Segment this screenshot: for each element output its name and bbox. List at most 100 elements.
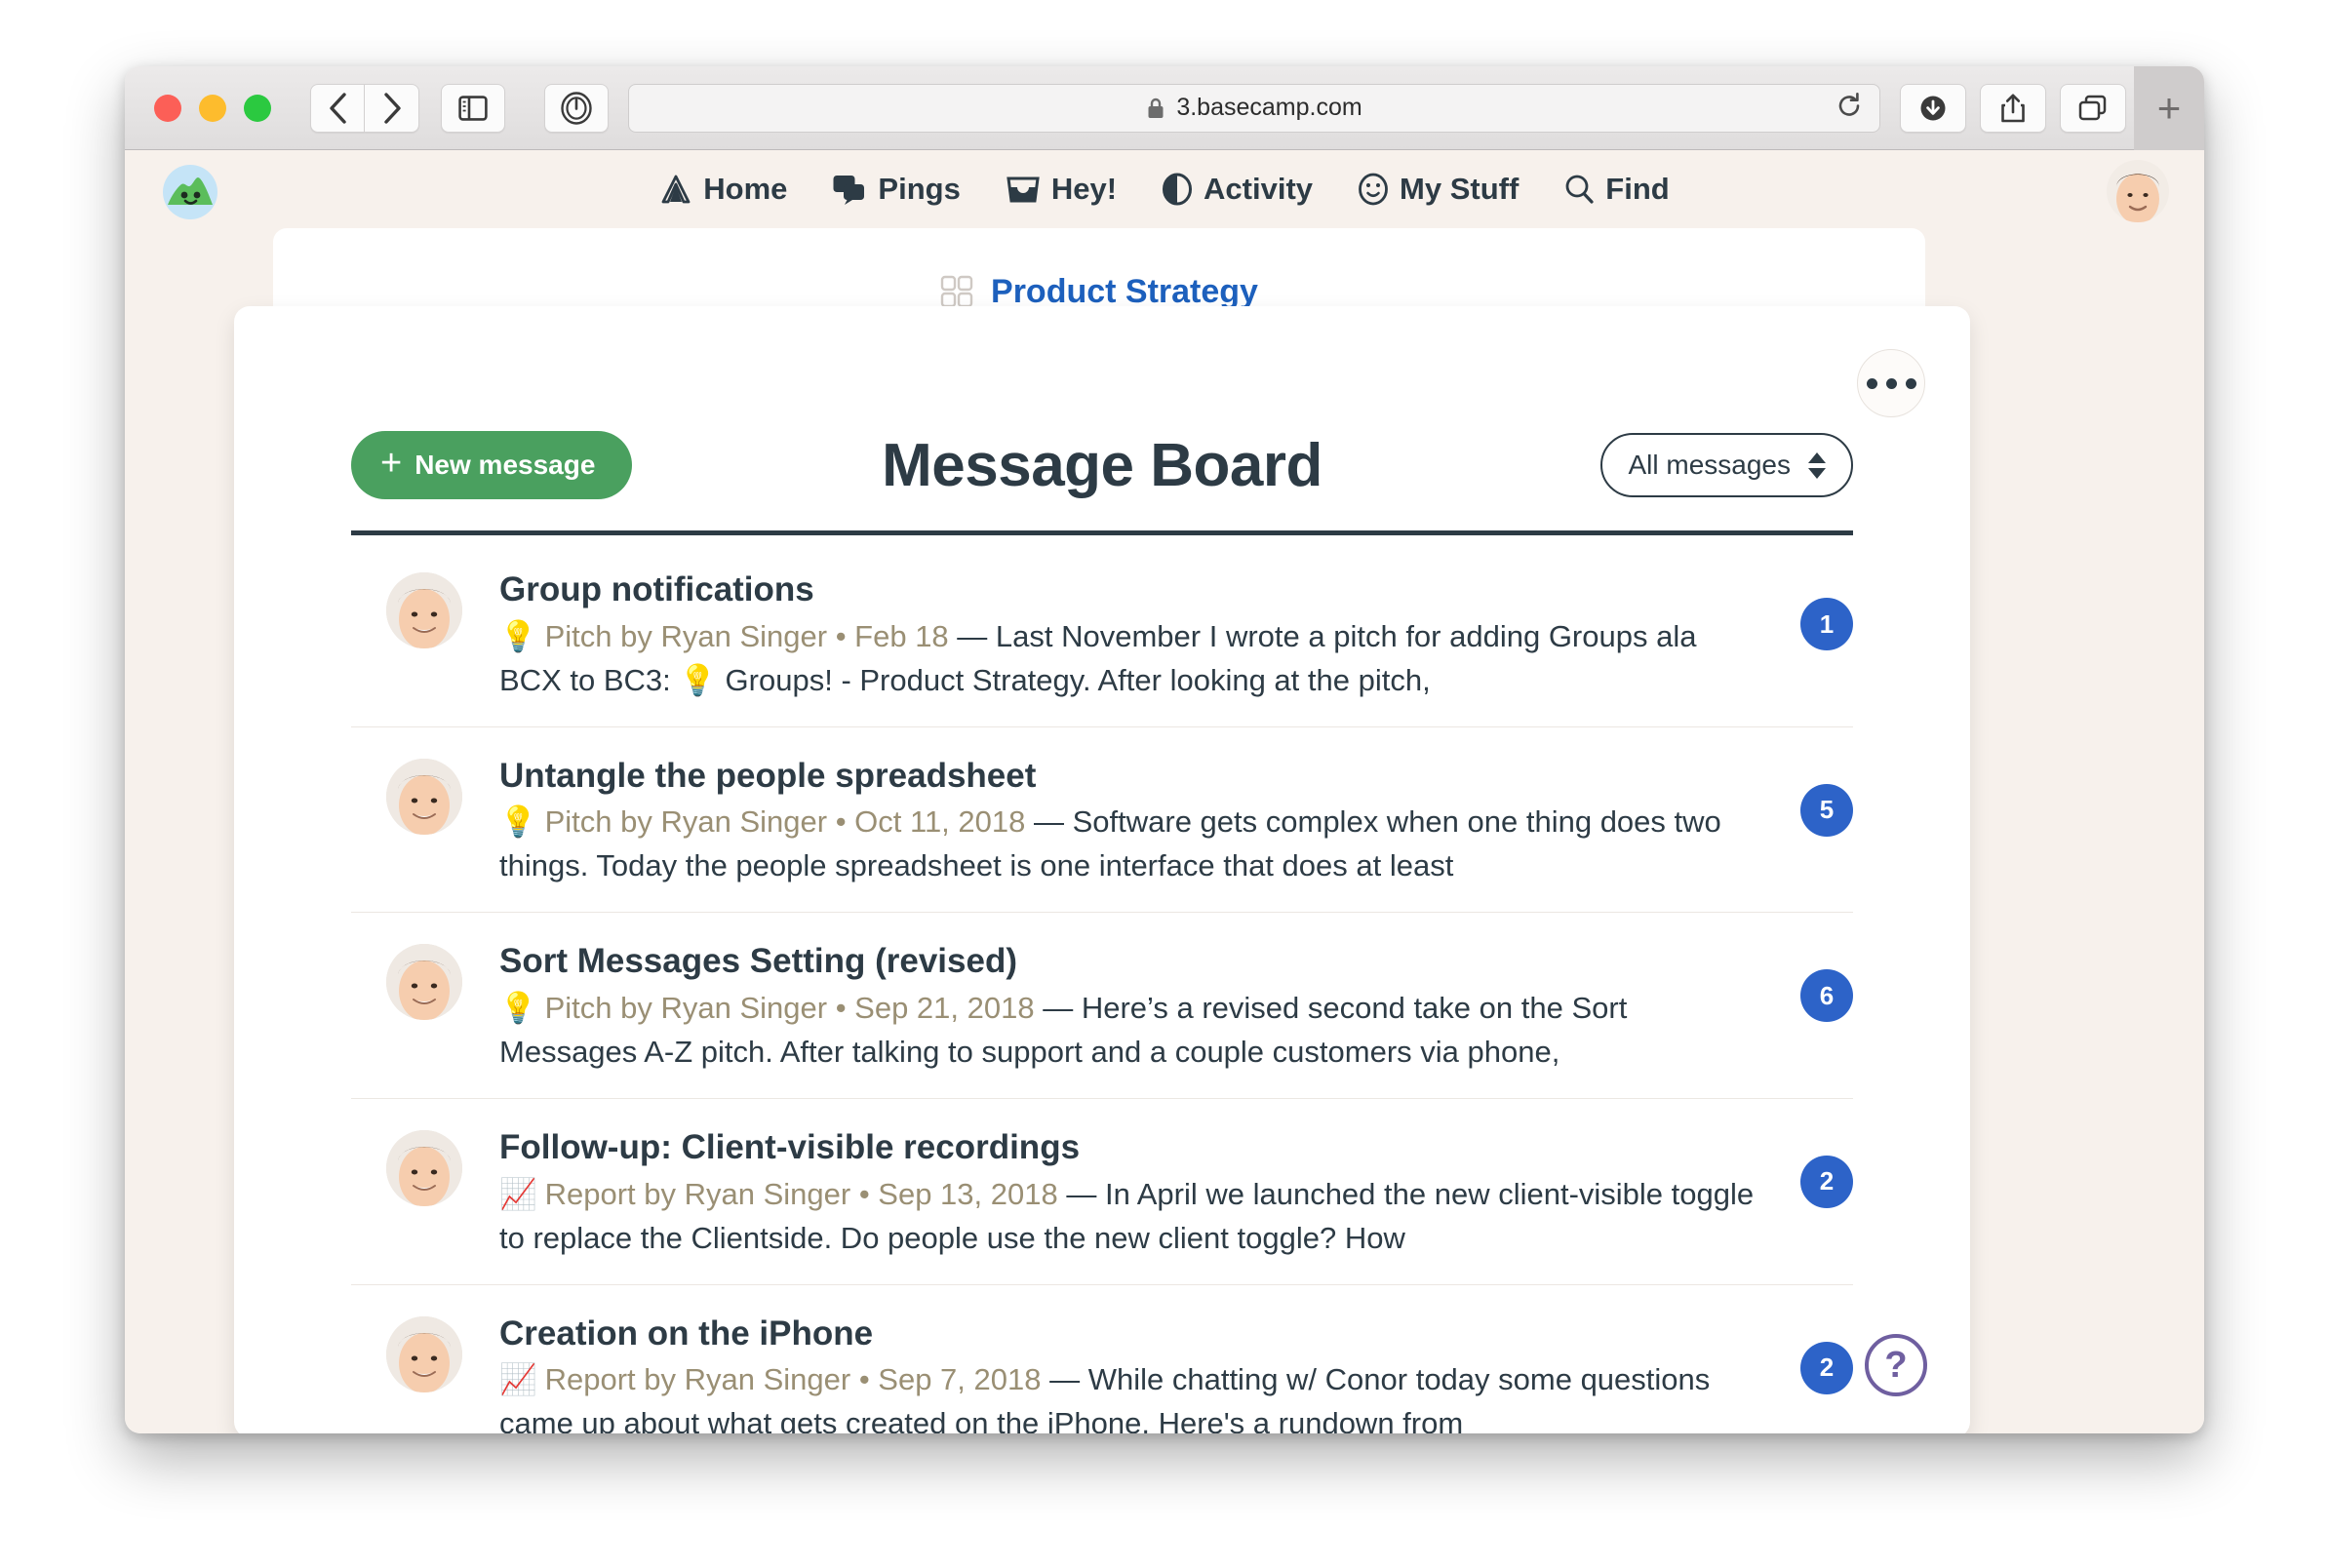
message-author-avatar [386, 758, 462, 835]
share-icon [2001, 94, 2025, 122]
downloads-icon [1920, 96, 1946, 120]
sidebar-toggle-button[interactable] [441, 83, 505, 133]
share-button[interactable] [1980, 83, 2046, 133]
nav-label-pings: Pings [878, 172, 961, 206]
message-list-item[interactable]: Untangle the people spreadsheet 💡 Pitch b… [351, 727, 1853, 914]
lightbulb-icon: 💡 [499, 991, 537, 1025]
message-list-item[interactable]: Creation on the iPhone 📈 Report by Ryan S… [351, 1285, 1853, 1434]
breadcrumb-label: Product Strategy [991, 272, 1258, 310]
nav-item-activity[interactable]: Activity [1162, 172, 1313, 207]
nav-item-hey[interactable]: Hey! [1006, 172, 1117, 207]
url-text: 3.basecamp.com [1176, 94, 1362, 121]
nav-label-hey: Hey! [1050, 172, 1118, 206]
message-filter-value: All messages [1628, 450, 1791, 480]
downloads-button[interactable] [1900, 83, 1966, 133]
onepassword-icon [561, 91, 592, 125]
user-avatar[interactable] [2107, 160, 2169, 222]
chat-bubbles-icon [833, 176, 865, 205]
message-list-item[interactable]: Group notifications 💡 Pitch by Ryan Singe… [351, 535, 1853, 727]
back-button[interactable] [310, 83, 365, 133]
message-list: Group notifications 💡 Pitch by Ryan Singe… [351, 535, 1853, 1433]
grid-squares-icon [940, 275, 973, 308]
nav-item-pings[interactable]: Pings [832, 172, 961, 207]
message-title: Group notifications [499, 570, 814, 608]
message-content: Creation on the iPhone 📈 Report by Ryan S… [499, 1313, 1853, 1434]
message-board-header: + New message Message Board All messages [351, 427, 1853, 503]
chevron-updown-icon [1808, 451, 1826, 479]
message-content: Untangle the people spreadsheet 💡 Pitch b… [499, 755, 1853, 889]
browser-toolbar: 3.basecamp.com + [125, 66, 2204, 150]
safari-browser-window: 3.basecamp.com + Home Pings Hey! Activit… [125, 66, 2204, 1433]
message-meta: Pitch by Ryan Singer • Feb 18 [544, 618, 949, 653]
message-filter-select[interactable]: All messages [1600, 433, 1853, 497]
chevron-left-icon [330, 92, 346, 124]
minimize-window-button[interactable] [199, 94, 226, 122]
nav-item-home[interactable]: Home [659, 172, 787, 207]
basecamp-main-nav: Home Pings Hey! Activity My Stuff Find [659, 172, 1670, 207]
reload-icon [1838, 92, 1860, 116]
message-summary: 💡 Pitch by Ryan Singer • Sep 21, 2018 — H… [499, 987, 1765, 1075]
nav-label-my-stuff: My Stuff [1400, 172, 1520, 206]
ellipsis-dot [1905, 377, 1916, 389]
close-window-button[interactable] [154, 94, 181, 122]
message-meta: Report by Ryan Singer • Sep 13, 2018 [544, 1176, 1058, 1211]
message-author-avatar [386, 572, 462, 648]
comment-count-badge: 2 [1800, 1155, 1853, 1208]
address-bar[interactable]: 3.basecamp.com [628, 83, 1880, 133]
comment-count-badge: 1 [1800, 598, 1853, 650]
toolbar-right-buttons [1900, 83, 2126, 133]
lightbulb-icon: 💡 [499, 804, 537, 840]
basecamp-hill-logo[interactable] [160, 162, 220, 222]
message-title: Creation on the iPhone [499, 1313, 874, 1352]
nav-label-activity: Activity [1204, 172, 1314, 206]
message-author-avatar [386, 1129, 462, 1206]
chevron-right-icon [383, 92, 401, 124]
message-content: Group notifications 💡 Pitch by Ryan Singe… [499, 568, 1853, 703]
message-author-avatar [386, 944, 462, 1021]
tab-overview-button[interactable] [2060, 83, 2126, 133]
message-content: Sort Messages Setting (revised) 💡 Pitch b… [499, 940, 1853, 1075]
message-summary: 💡 Pitch by Ryan Singer • Oct 11, 2018 — S… [499, 801, 1765, 888]
tent-icon [661, 175, 691, 204]
chart-increasing-icon: 📈 [499, 1362, 537, 1397]
new-message-label: New message [414, 450, 596, 480]
nav-item-my-stuff[interactable]: My Stuff [1358, 172, 1519, 207]
basecamp-header: Home Pings Hey! Activity My Stuff Find [125, 150, 2204, 228]
tab-overview-icon [2078, 95, 2107, 120]
ellipsis-dot [1866, 377, 1877, 389]
help-button[interactable]: ? [1865, 1334, 1927, 1396]
message-meta: Report by Ryan Singer • Sep 7, 2018 [544, 1362, 1042, 1397]
new-tab-button[interactable]: + [2134, 66, 2204, 150]
message-title: Follow-up: Client-visible recordings [499, 1127, 1081, 1166]
message-content: Follow-up: Client-visible recordings 📈 Re… [499, 1126, 1853, 1261]
message-title: Untangle the people spreadsheet [499, 756, 1037, 795]
onepassword-button[interactable] [544, 83, 609, 133]
nav-label-home: Home [703, 172, 788, 206]
message-summary: 📈 Report by Ryan Singer • Sep 13, 2018 — … [499, 1173, 1765, 1261]
message-meta: Pitch by Ryan Singer • Sep 21, 2018 [544, 991, 1035, 1025]
comment-count-badge: 2 [1800, 1341, 1853, 1394]
new-message-button[interactable]: + New message [351, 431, 633, 499]
message-list-item[interactable]: Follow-up: Client-visible recordings 📈 Re… [351, 1099, 1853, 1285]
forward-button[interactable] [365, 83, 419, 133]
nav-label-find: Find [1605, 172, 1670, 206]
comment-count-badge: 5 [1800, 783, 1853, 837]
message-list-item[interactable]: Sort Messages Setting (revised) 💡 Pitch b… [351, 913, 1853, 1099]
magnifier-icon [1565, 175, 1594, 204]
navigation-buttons [310, 83, 419, 133]
more-options-button[interactable] [1857, 349, 1925, 417]
nav-item-find[interactable]: Find [1563, 172, 1670, 207]
message-summary: 💡 Pitch by Ryan Singer • Feb 18 — Last No… [499, 615, 1765, 703]
basecamp-page: Home Pings Hey! Activity My Stuff Find P… [125, 150, 2204, 1433]
smiley-face-icon [1359, 173, 1388, 206]
plus-icon: + [380, 443, 403, 484]
zoom-window-button[interactable] [244, 94, 271, 122]
message-title: Sort Messages Setting (revised) [499, 942, 1017, 981]
reload-button[interactable] [1835, 91, 1864, 125]
chart-increasing-icon: 📈 [499, 1176, 537, 1211]
message-meta: Pitch by Ryan Singer • Oct 11, 2018 [544, 804, 1026, 840]
lightbulb-icon: 💡 [499, 618, 537, 653]
desktop-background: 3.basecamp.com + Home Pings Hey! Activit… [0, 0, 2329, 1568]
breadcrumb[interactable]: Product Strategy [940, 273, 1258, 311]
comment-count-badge: 6 [1800, 969, 1853, 1023]
